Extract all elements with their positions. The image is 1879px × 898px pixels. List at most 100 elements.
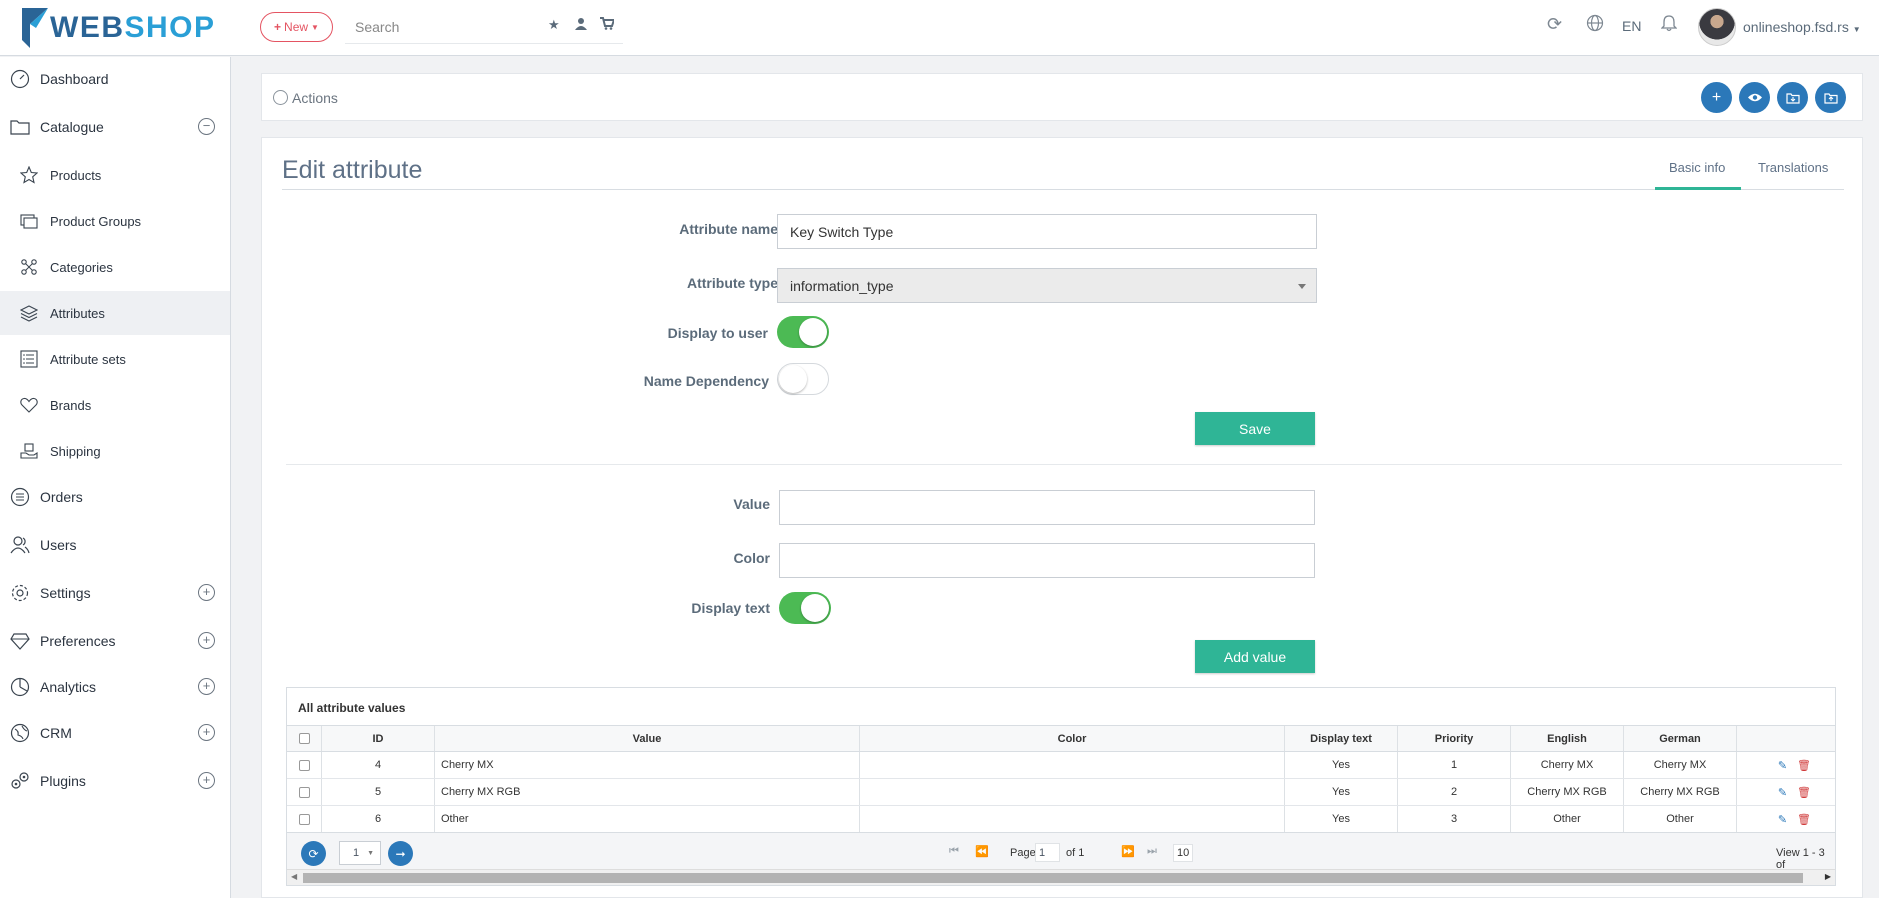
sidebar-item-categories[interactable]: Categories <box>0 245 230 289</box>
sidebar-item-users[interactable]: Users <box>0 523 230 567</box>
sidebar-item-brands[interactable]: Brands <box>0 383 230 427</box>
delete-trash-icon[interactable]: 🗑 <box>1797 786 1811 799</box>
cell-color <box>860 779 1285 805</box>
export-button[interactable] <box>1815 82 1846 113</box>
user-icon[interactable] <box>575 17 587 33</box>
heart-icon <box>18 394 40 416</box>
avatar[interactable] <box>1698 8 1736 46</box>
name-dependency-toggle[interactable] <box>777 363 829 395</box>
bell-icon[interactable] <box>1660 14 1678 37</box>
row-checkbox[interactable] <box>298 759 310 771</box>
expand-icon[interactable]: + <box>198 678 215 695</box>
next-page-icon[interactable]: ⏩ <box>1121 845 1135 858</box>
cell-id: 6 <box>322 806 435 832</box>
page-size-select[interactable]: 1 ▼ <box>339 841 381 865</box>
sidebar-item-crm[interactable]: CRM + <box>0 711 230 755</box>
sidebar-item-analytics[interactable]: Analytics + <box>0 665 230 709</box>
menu-icon[interactable] <box>273 90 288 105</box>
scroll-left-icon[interactable]: ◀ <box>291 872 297 881</box>
add-button[interactable]: + <box>1701 82 1732 113</box>
edit-pencil-icon[interactable]: ✎ <box>1778 759 1787 772</box>
delete-trash-icon[interactable]: 🗑 <box>1797 759 1811 772</box>
table-row[interactable]: 5 Cherry MX RGB Yes 2 Cherry MX RGB Cher… <box>287 779 1835 806</box>
edit-pencil-icon[interactable]: ✎ <box>1778 813 1787 826</box>
display-to-user-toggle[interactable] <box>777 316 829 348</box>
collapse-icon[interactable]: − <box>198 118 215 135</box>
expand-icon[interactable]: + <box>198 772 215 789</box>
folder-export-icon <box>1823 92 1838 104</box>
column-header-german[interactable]: German <box>1624 726 1737 751</box>
value-input[interactable] <box>779 490 1315 525</box>
favorites-star-icon[interactable]: ★ <box>548 17 560 33</box>
gear-icon <box>9 582 31 604</box>
rows-per-page[interactable]: 10 <box>1173 844 1194 862</box>
globe-icon[interactable] <box>1586 14 1604 37</box>
cell-id: 4 <box>322 752 435 778</box>
column-header-id[interactable]: ID <box>322 726 435 751</box>
actions-label[interactable]: Actions <box>292 90 338 106</box>
search-input[interactable] <box>345 18 545 35</box>
cart-icon[interactable] <box>600 17 616 33</box>
horizontal-scrollbar[interactable]: ◀ ▶ <box>287 869 1835 885</box>
refresh-icon[interactable]: ⟳ <box>1547 14 1562 35</box>
table-row[interactable]: 6 Other Yes 3 Other Other ✎ 🗑 <box>287 806 1835 833</box>
expand-icon[interactable]: + <box>198 724 215 741</box>
sidebar-item-plugins[interactable]: Plugins + <box>0 759 230 803</box>
tab-translations[interactable]: Translations <box>1758 160 1828 175</box>
tab-basic-info[interactable]: Basic info <box>1669 160 1725 175</box>
page-number-input[interactable]: 1 <box>1035 843 1060 862</box>
add-value-button[interactable]: Add value <box>1195 640 1315 673</box>
title-divider <box>282 189 1844 190</box>
sidebar-item-attributes[interactable]: Attributes <box>0 291 230 335</box>
scroll-right-icon[interactable]: ▶ <box>1825 872 1831 881</box>
scroll-thumb[interactable] <box>303 873 1803 883</box>
view-button[interactable] <box>1739 82 1770 113</box>
sidebar-item-product-groups[interactable]: Product Groups <box>0 199 230 243</box>
sidebar-item-settings[interactable]: Settings + <box>0 571 230 615</box>
first-page-icon[interactable]: ⏮ <box>949 845 959 858</box>
prev-page-icon[interactable]: ⏪ <box>975 845 989 858</box>
sidebar-item-preferences[interactable]: Preferences + <box>0 619 230 663</box>
go-button[interactable]: ➞ <box>388 841 413 866</box>
sidebar-item-orders[interactable]: Orders <box>0 475 230 519</box>
value-label: Value <box>733 496 770 512</box>
cell-display-text: Yes <box>1285 752 1398 778</box>
column-header-english[interactable]: English <box>1511 726 1624 751</box>
delete-trash-icon[interactable]: 🗑 <box>1797 813 1811 826</box>
sidebar-item-products[interactable]: Products <box>0 153 230 197</box>
sidebar-item-attribute-sets[interactable]: Attribute sets <box>0 337 230 381</box>
expand-icon[interactable]: + <box>198 632 215 649</box>
last-page-icon[interactable]: ⏭ <box>1147 845 1157 858</box>
cell-priority: 2 <box>1398 779 1511 805</box>
table-row[interactable]: 4 Cherry MX Yes 1 Cherry MX Cherry MX ✎ … <box>287 752 1835 779</box>
logo[interactable]: WEBSHOP <box>22 6 216 50</box>
column-header-value[interactable]: Value <box>435 726 860 751</box>
color-input[interactable] <box>779 543 1315 578</box>
column-header-priority[interactable]: Priority <box>1398 726 1511 751</box>
name-dependency-label: Name Dependency <box>643 373 769 389</box>
attribute-name-input[interactable]: Key Switch Type <box>777 214 1317 249</box>
language-selector[interactable]: EN <box>1622 18 1641 34</box>
column-header-color[interactable]: Color <box>860 726 1285 751</box>
attribute-type-select[interactable]: information_type <box>777 268 1317 303</box>
sidebar-item-catalogue[interactable]: Catalogue − <box>0 105 230 149</box>
import-button[interactable] <box>1777 82 1808 113</box>
select-all-checkbox[interactable] <box>298 733 310 744</box>
sidebar-item-shipping[interactable]: Shipping <box>0 429 230 473</box>
cell-display-text: Yes <box>1285 806 1398 832</box>
display-text-toggle[interactable] <box>779 592 831 624</box>
save-button[interactable]: Save <box>1195 412 1315 445</box>
expand-icon[interactable]: + <box>198 584 215 601</box>
row-checkbox[interactable] <box>298 786 310 798</box>
folder-icon <box>9 116 31 138</box>
shipping-icon <box>18 440 40 462</box>
cell-english: Other <box>1511 806 1624 832</box>
new-button[interactable]: + New ▼ <box>260 12 333 42</box>
user-menu[interactable]: onlineshop.fsd.rs ▼ <box>1743 19 1861 35</box>
edit-pencil-icon[interactable]: ✎ <box>1778 786 1787 799</box>
logo-text: WEBSHOP <box>50 11 216 44</box>
column-header-display-text[interactable]: Display text <box>1285 726 1398 751</box>
reload-button[interactable]: ⟳ <box>301 841 326 866</box>
sidebar-item-dashboard[interactable]: Dashboard <box>0 57 230 101</box>
row-checkbox[interactable] <box>298 813 310 825</box>
